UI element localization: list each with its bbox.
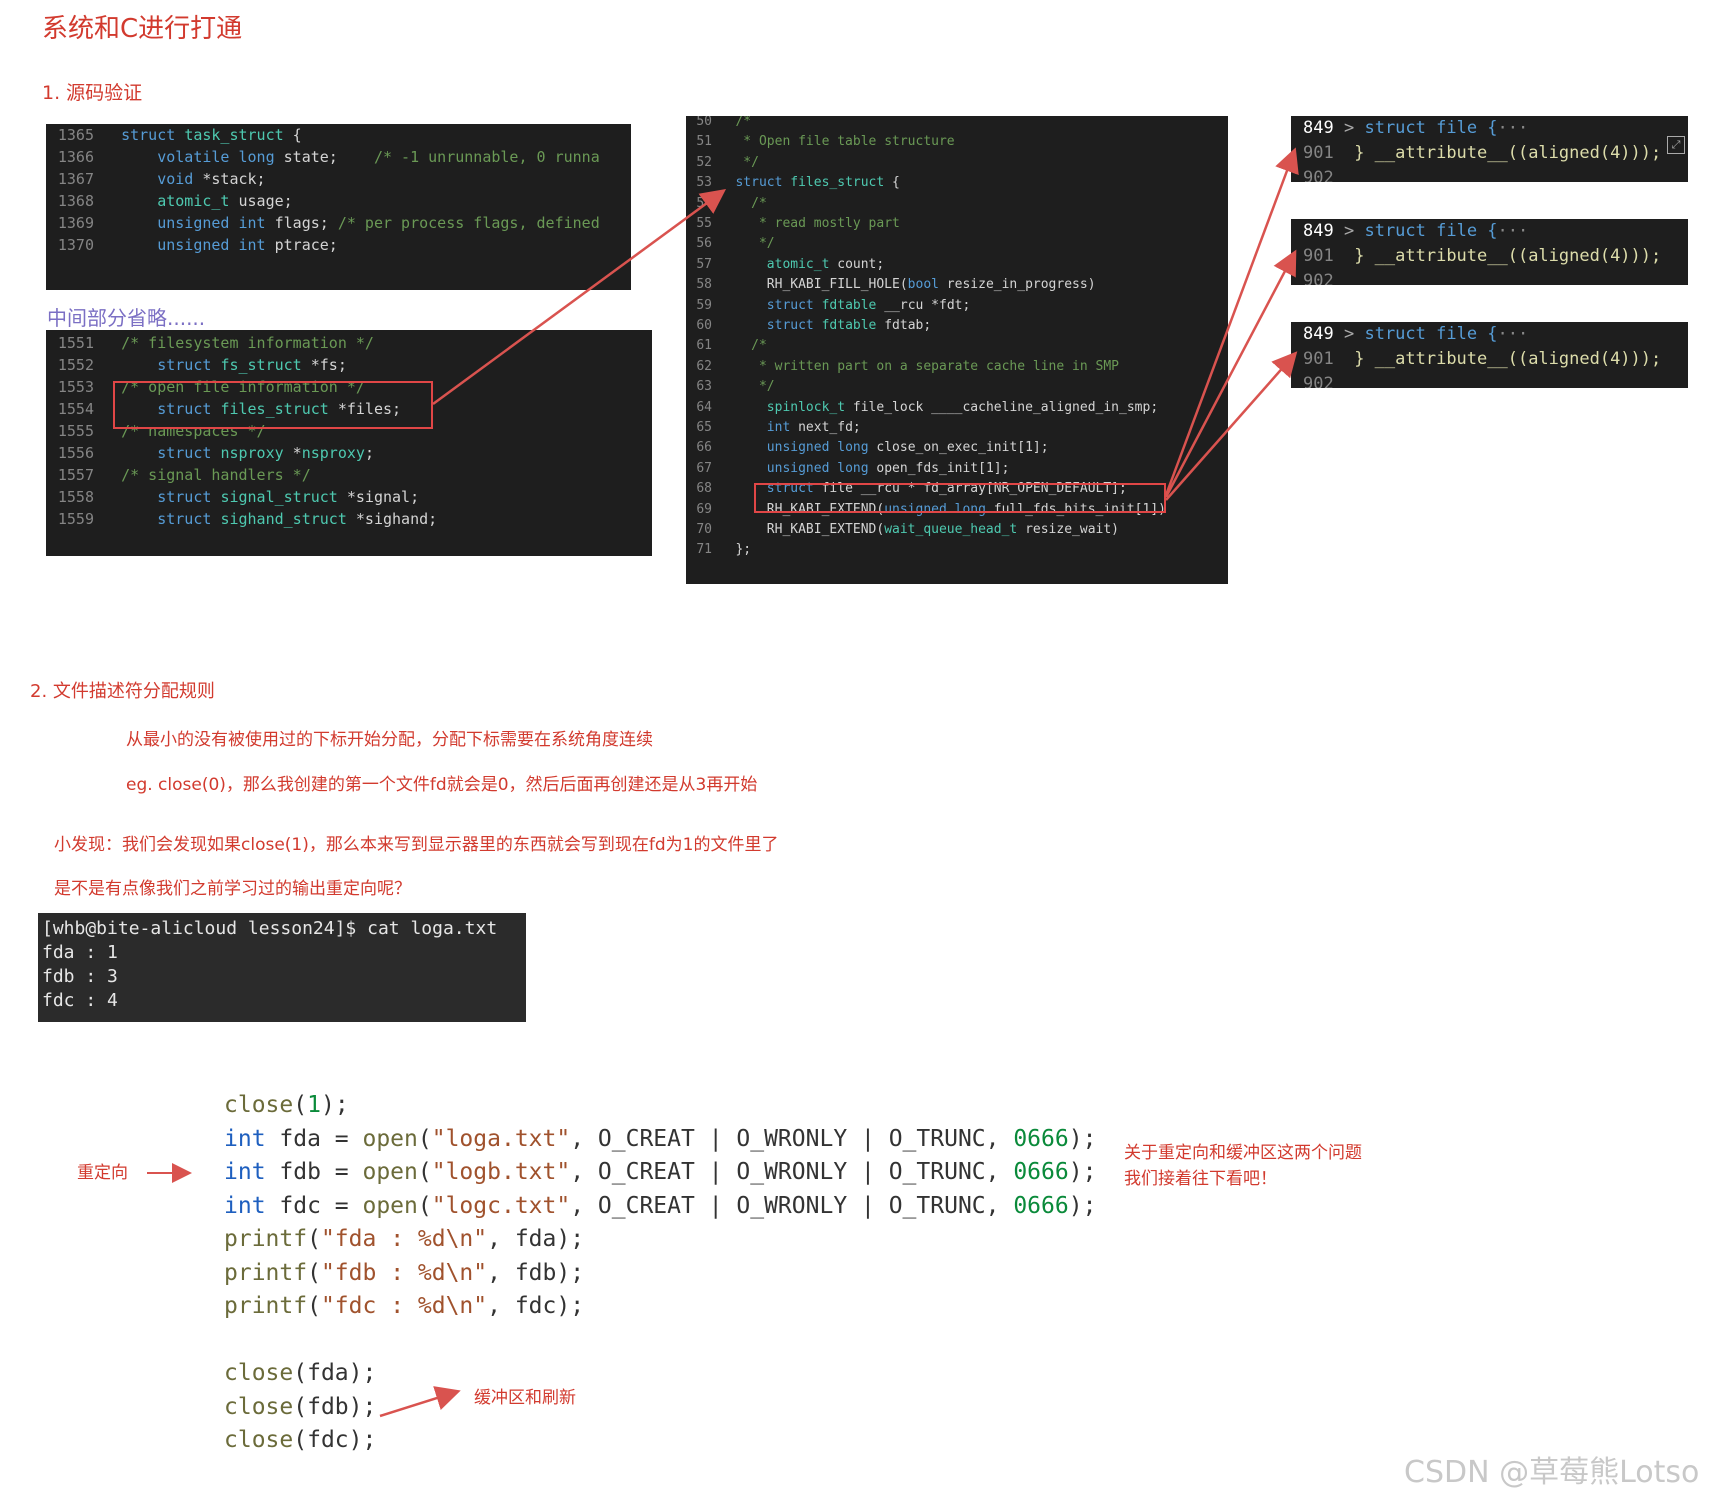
arrow-to-files-struct bbox=[432, 189, 727, 406]
rule-text-2: eg. close(0)，那么我创建的第一个文件fd就会是0，然后后面再创建还是… bbox=[126, 775, 758, 795]
code-line: int fdb = open("logb.txt", O_CREAT | O_W… bbox=[224, 1159, 1097, 1185]
code-line: printf("fda : %d\n", fda); bbox=[224, 1226, 585, 1252]
redirect-label: 重定向 bbox=[77, 1163, 128, 1183]
code-line: printf("fdc : %d\n", fdc); bbox=[224, 1293, 585, 1319]
watermark: CSDN @草莓熊Lotso bbox=[1404, 1455, 1700, 1490]
discovery-text-2: 是不是有点像我们之前学习过的输出重定向呢？ bbox=[54, 879, 411, 899]
code-line: int fdc = open("logc.txt", O_CREAT | O_W… bbox=[224, 1192, 1097, 1219]
code-line: close(fdc); bbox=[224, 1427, 377, 1453]
terminal-line: fdb : 3 bbox=[42, 966, 118, 987]
terminal-output: [whb@bite-alicloud lesson24]$ cat loga.t… bbox=[38, 913, 526, 1022]
code-line: printf("fdb : %d\n", fdb); bbox=[224, 1259, 585, 1286]
discovery-text-1: 小发现：我们会发现如果close(1)，那么本来写到显示器里的东西就会写到现在f… bbox=[54, 835, 779, 855]
code-line: close(fdb); bbox=[224, 1393, 377, 1420]
rule-text-1: 从最小的没有被使用过的下标开始分配，分配下标需要在系统角度连续 bbox=[126, 730, 653, 750]
arrow-to-struct-file-1 bbox=[1164, 147, 1299, 496]
code-line: close(1); bbox=[224, 1092, 349, 1118]
buffer-label: 缓冲区和刷新 bbox=[474, 1388, 576, 1408]
terminal-line: fda : 1 bbox=[42, 942, 118, 963]
terminal-line: fdc : 4 bbox=[42, 990, 118, 1011]
terminal-line: [whb@bite-alicloud lesson24]$ cat loga.t… bbox=[42, 918, 498, 939]
code-line: close(fda); bbox=[224, 1360, 377, 1386]
arrow-buffer bbox=[379, 1386, 461, 1418]
note-line-1: 关于重定向和缓冲区这两个问题 bbox=[1124, 1143, 1362, 1163]
section2-heading: 2. 文件描述符分配规则 bbox=[30, 681, 215, 702]
code-line: int fda = open("loga.txt", O_CREAT | O_W… bbox=[224, 1125, 1097, 1152]
note-line-2: 我们接着往下看吧！ bbox=[1124, 1169, 1277, 1189]
